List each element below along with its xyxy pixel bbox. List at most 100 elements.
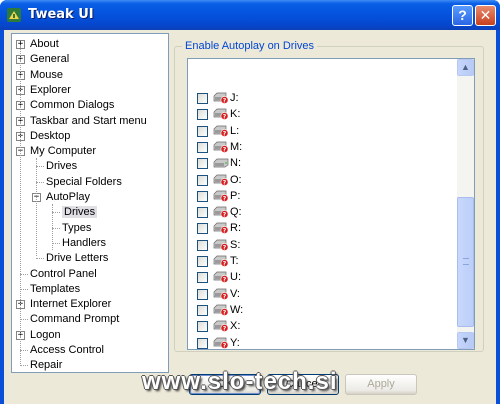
tree-item[interactable]: Explorer	[30, 83, 71, 98]
tree-item[interactable]: Control Panel	[30, 267, 97, 282]
tree-connector	[52, 227, 60, 229]
tree-item[interactable]: Types	[62, 221, 91, 236]
drive-label: X:	[230, 320, 241, 333]
tree-item[interactable]: General	[30, 52, 69, 67]
tree-item[interactable]: AutoPlay	[46, 190, 90, 205]
drive-label: W:	[230, 303, 244, 316]
tree-item[interactable]: Repair	[30, 358, 62, 372]
drive-checkbox[interactable]	[197, 174, 208, 186]
help-button[interactable]: ?	[452, 5, 473, 26]
drive-row[interactable]: ? Y:	[197, 335, 457, 350]
tree-item-label: Access Control	[30, 344, 104, 356]
close-button[interactable]: ✕	[475, 5, 496, 26]
drive-checkbox[interactable]	[197, 239, 208, 251]
tree-item[interactable]: Taskbar and Start menu	[30, 114, 147, 129]
svg-text:?: ?	[223, 195, 227, 202]
drive-label: R:	[230, 222, 241, 235]
tree-connector	[52, 212, 60, 214]
drive-checkbox[interactable]	[197, 304, 208, 316]
tree-item[interactable]: Mouse	[30, 68, 63, 83]
drive-row[interactable]: ? R:	[197, 220, 457, 236]
tree-connector	[20, 350, 28, 351]
tree-item[interactable]: About	[30, 37, 59, 52]
drive-row[interactable]: N:	[197, 155, 457, 171]
tree-item[interactable]: Logon	[30, 328, 61, 343]
tree-item[interactable]: My Computer	[30, 144, 96, 159]
drive-row[interactable]: ? P:	[197, 188, 457, 204]
unavailable-drive-icon: ?	[213, 190, 229, 202]
drive-label: V:	[230, 287, 240, 300]
drive-row[interactable]: ? L:	[197, 123, 457, 139]
scroll-grip-icon	[463, 258, 469, 265]
drive-checkbox[interactable]	[197, 321, 208, 333]
drive-row[interactable]: ? T:	[197, 253, 457, 269]
tree-connector	[36, 166, 44, 168]
tree-item-label: AutoPlay	[46, 191, 91, 203]
tree-item[interactable]: Special Folders	[46, 175, 122, 190]
tree-item[interactable]: Drive Letters	[46, 251, 108, 266]
svg-text:?: ?	[223, 277, 227, 284]
tree-item[interactable]: Drives	[62, 205, 98, 220]
tree-item[interactable]: Command Prompt	[30, 312, 119, 327]
drive-checkbox[interactable]	[197, 272, 208, 284]
drive-row[interactable]: ? Q:	[197, 204, 457, 220]
drive-row[interactable]: ? M:	[197, 139, 457, 155]
scroll-up-button[interactable]: ▲	[457, 59, 474, 76]
tree-item[interactable]: Templates	[30, 282, 80, 297]
drive-row[interactable]: ? X:	[197, 318, 457, 334]
drive-row[interactable]: ? K:	[197, 106, 457, 122]
tree-connector	[36, 258, 44, 260]
unavailable-drive-icon: ?	[213, 239, 229, 251]
tree-item[interactable]: Desktop	[30, 129, 70, 144]
drive-row[interactable]: ? U:	[197, 269, 457, 285]
tree-item[interactable]: Drives	[46, 159, 77, 174]
drive-label: S:	[230, 238, 241, 251]
drive-row[interactable]: ? J:	[197, 90, 457, 106]
window-title: Tweak UI	[28, 7, 94, 22]
drive-checkbox[interactable]	[197, 93, 208, 104]
drive-checkbox[interactable]	[197, 223, 208, 235]
drives-list[interactable]: ? J:? K:? L:? M: N:? O:? P:? Q:? R:? S:? T:? U:? V:? W…	[187, 58, 475, 350]
tree-connector	[20, 288, 28, 290]
drive-row[interactable]: ? S:	[197, 237, 457, 253]
tree-connector	[36, 181, 44, 183]
drive-checkbox[interactable]	[197, 141, 208, 153]
settings-tree[interactable]: + About + General + Mouse + Explorer + Common Dia…	[11, 33, 169, 373]
tree-item[interactable]: Common Dialogs	[30, 98, 114, 113]
drive-checkbox[interactable]	[197, 109, 208, 121]
drive-checkbox[interactable]	[197, 256, 208, 267]
tree-item-label: Types	[62, 221, 92, 234]
tree-connector	[52, 204, 53, 250]
chevron-down-icon: ▼	[461, 335, 470, 345]
drive-checkbox[interactable]	[197, 158, 208, 170]
svg-text:?: ?	[223, 228, 227, 235]
scroll-down-button[interactable]: ▼	[457, 332, 474, 349]
unavailable-drive-icon: ?	[213, 206, 229, 218]
tree-item-label: Templates	[30, 282, 81, 295]
tree-item-label: My Computer	[30, 145, 97, 158]
apply-button[interactable]: Apply	[345, 374, 417, 395]
drive-checkbox[interactable]	[197, 207, 208, 219]
drive-checkbox[interactable]	[197, 190, 208, 202]
scroll-thumb[interactable]	[457, 197, 474, 327]
tree-item-label: Logon	[30, 328, 61, 341]
svg-text:?: ?	[223, 211, 227, 218]
drive-row[interactable]: ? W:	[197, 302, 457, 318]
drive-checkbox[interactable]	[197, 337, 208, 349]
tree-item-label: Internet Explorer	[30, 298, 112, 311]
chevron-up-icon: ▲	[461, 62, 470, 72]
drive-label: L:	[230, 124, 240, 137]
unavailable-drive-icon: ?	[213, 271, 229, 283]
watermark-text: www.slo-tech.si	[142, 368, 338, 395]
vertical-scrollbar[interactable]: ▲ ▼	[457, 59, 474, 349]
tree-connector	[36, 158, 37, 256]
tree-item[interactable]: Handlers	[62, 236, 106, 251]
drive-checkbox[interactable]	[197, 125, 208, 137]
title-bar[interactable]: Tweak UI ? ✕	[0, 0, 500, 30]
tree-item[interactable]: Internet Explorer	[30, 297, 111, 312]
drive-checkbox[interactable]	[197, 288, 208, 300]
drive-row[interactable]: ? O:	[197, 172, 457, 188]
tree-item[interactable]: Access Control	[30, 343, 104, 358]
unavailable-drive-icon: ?	[213, 255, 229, 267]
drive-row[interactable]: ? V:	[197, 286, 457, 302]
